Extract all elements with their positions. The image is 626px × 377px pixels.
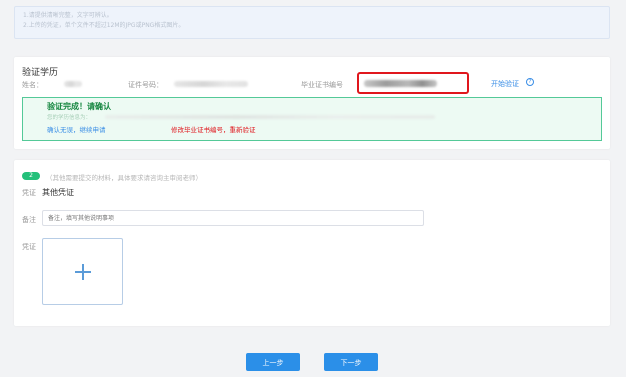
id-number-value-redacted — [174, 81, 248, 87]
verification-success-panel: 验证完成！请确认 您的学历信息为： 确认无误，继续申请 修改毕业证书编号，重新验… — [22, 97, 602, 141]
notice-line: 2.上传的凭证，单个文件不超过12M的JPG或PNG格式图片。 — [23, 22, 185, 29]
certificate-number-highlight — [357, 72, 469, 94]
help-icon[interactable]: ? — [526, 78, 534, 86]
modify-certificate-link[interactable]: 修改毕业证书编号，重新验证 — [171, 124, 256, 134]
start-verify-link[interactable]: 开始验证 — [491, 79, 519, 89]
section-title: 验证学历 — [22, 68, 59, 78]
materials-hint: （其他需要提交的材料，具体要求请咨询主审阅老师） — [46, 174, 202, 182]
upload-label: 凭证 — [22, 243, 36, 251]
other-voucher-card: 2 （其他需要提交的材料，具体要求请咨询主审阅老师） 凭证 其他凭证 备注 凭证 — [14, 160, 610, 326]
name-value-redacted — [64, 81, 82, 87]
education-verification-card: 验证学历 姓名： 证件号码： 毕业证书编号 开始验证 ? 验证完成！请确认 您的… — [14, 57, 610, 149]
remark-label: 备注 — [22, 216, 36, 224]
upload-voucher-button[interactable] — [42, 238, 123, 305]
id-number-label: 证件号码： — [128, 81, 163, 89]
notice-line: 1.请提供清晰完整，文字可辨认。 — [23, 12, 113, 19]
education-info-label: 您的学历信息为： — [47, 115, 92, 121]
voucher-type-value: 其他凭证 — [42, 188, 74, 197]
education-info-redacted — [105, 115, 435, 119]
confirm-continue-link[interactable]: 确认无误，继续申请 — [47, 124, 106, 134]
previous-step-button[interactable]: 上一步 — [246, 353, 300, 371]
remark-input[interactable] — [42, 210, 424, 226]
step-badge: 2 — [22, 172, 40, 180]
voucher-label: 凭证 — [22, 189, 36, 197]
success-title: 验证完成！请确认 — [47, 102, 111, 111]
notice-panel: 1.请提供清晰完整，文字可辨认。 2.上传的凭证，单个文件不超过12M的JPG或… — [14, 6, 610, 39]
next-step-button[interactable]: 下一步 — [324, 353, 378, 371]
certificate-number-label: 毕业证书编号 — [301, 81, 343, 89]
name-label: 姓名： — [22, 81, 43, 89]
